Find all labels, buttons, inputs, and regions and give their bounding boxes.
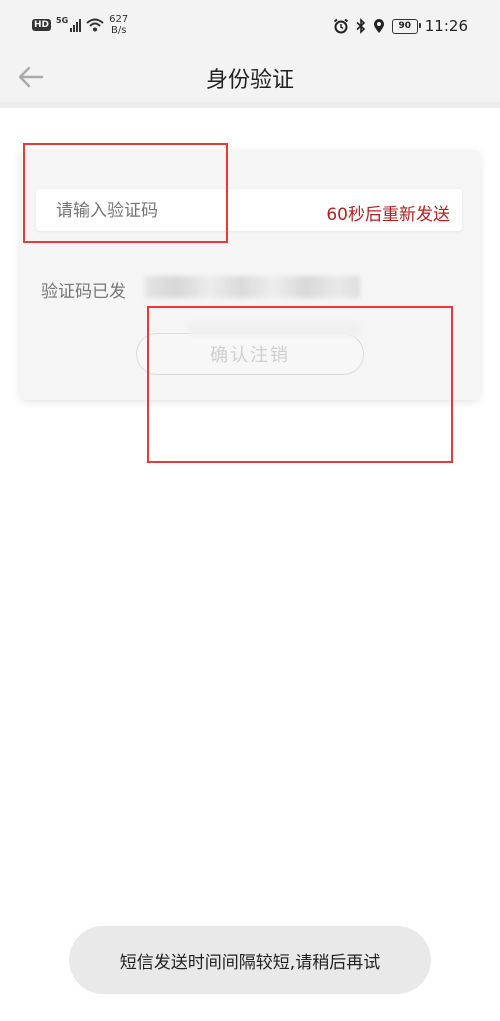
masked-overlay [190,322,360,336]
page-title: 身份验证 [205,68,294,93]
hd-badge: HD [32,19,52,31]
resend-countdown[interactable]: 60秒后重新发送 [326,200,450,225]
nav-bar: 身份验证 [0,52,500,102]
confirm-cancel-account-button[interactable]: 确认注销 [136,333,364,375]
location-icon [373,19,384,33]
network-type-label: 5G [56,16,69,25]
alarm-icon [333,18,348,34]
battery-icon: 90 [391,18,421,34]
clock: 11:26 [424,17,468,35]
verification-card: 60秒后重新发送 验证码已发 确认注销 [20,150,480,400]
masked-phone-number [145,276,360,298]
verification-code-input[interactable] [56,201,286,221]
status-bar: HD 5G 627 B/s 90 11:26 [0,0,500,52]
code-input-row: 60秒后重新发送 [36,189,462,231]
toast-message: 短信发送时间间隔较短,请稍后再试 [69,926,431,994]
net-speed-unit: B/s [110,25,127,36]
battery-level: 90 [398,21,412,31]
net-speed-value: 627 [109,14,129,25]
wifi-icon [86,18,104,32]
signal-icon [70,18,82,32]
status-right: 90 11:26 [333,17,468,35]
net-speed: 627 B/s [109,14,128,36]
status-left: HD 5G 627 B/s [32,14,128,36]
bluetooth-icon [356,18,365,34]
code-sent-info: 验证码已发 [41,282,126,302]
header-divider [0,102,500,108]
